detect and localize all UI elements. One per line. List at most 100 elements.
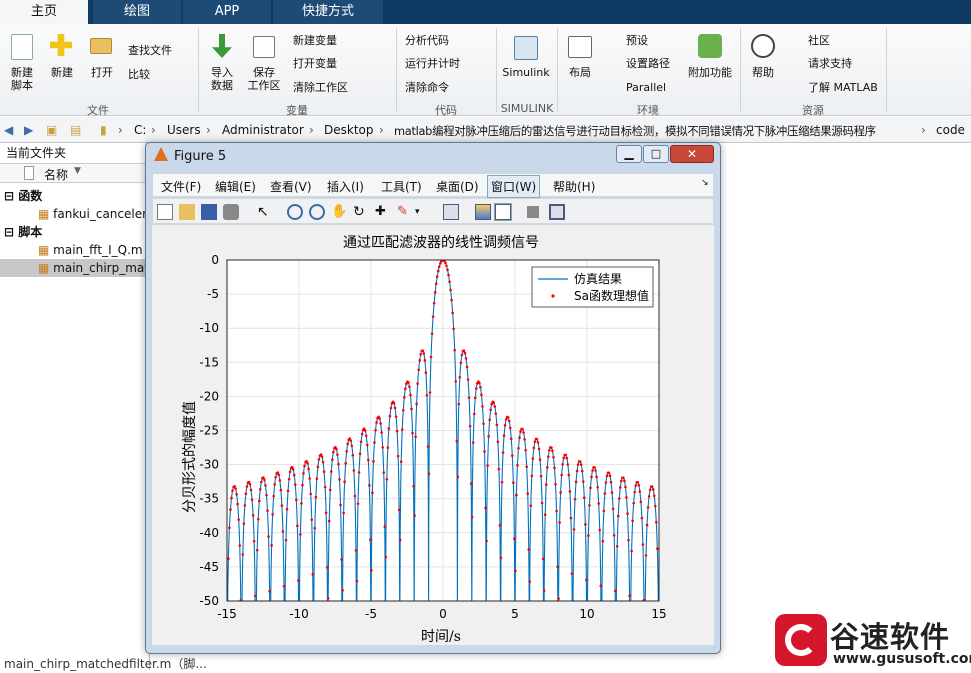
- colorbar-icon[interactable]: [475, 204, 491, 220]
- show-plot-tools-icon[interactable]: [549, 204, 565, 220]
- community-button[interactable]: 社区: [808, 34, 830, 47]
- data-cursor-icon[interactable]: ✚: [375, 204, 391, 220]
- learn-matlab-button[interactable]: 了解 MATLAB: [808, 81, 878, 94]
- menu-help[interactable]: 帮助(H): [553, 178, 595, 195]
- tab-home[interactable]: 主页: [0, 0, 88, 24]
- simulink-button[interactable]: Simulink: [498, 66, 554, 79]
- open-variable-button[interactable]: 打开变量: [293, 57, 337, 70]
- tab-apps[interactable]: APP: [183, 0, 271, 24]
- data-point: [341, 589, 344, 592]
- compare-button[interactable]: 比较: [128, 68, 150, 81]
- breadcrumb-project-folder[interactable]: matlab编程对脉冲压缩后的雷达信号进行动目标检测，模拟不同错误情况下脉冲压缩…: [394, 123, 876, 139]
- brush-dropdown-icon[interactable]: ▾: [415, 204, 431, 220]
- analyze-code-button[interactable]: 分析代码: [405, 34, 449, 47]
- up-folder-icon[interactable]: ▣: [46, 123, 57, 137]
- link-plot-icon[interactable]: [443, 204, 459, 220]
- clear-commands-button[interactable]: 清除命令: [405, 81, 449, 94]
- data-point: [229, 508, 232, 511]
- breadcrumb-users[interactable]: Users: [167, 123, 201, 137]
- data-point: [396, 454, 400, 458]
- sort-caret-icon[interactable]: ▼: [74, 166, 81, 176]
- addons-button[interactable]: 附加功能: [686, 66, 734, 79]
- data-point: [301, 483, 304, 487]
- menu-edit[interactable]: 编辑(E): [215, 178, 256, 195]
- preferences-button[interactable]: 预设: [626, 34, 648, 47]
- column-header[interactable]: 名称 ▼: [0, 163, 150, 183]
- menu-tools[interactable]: 工具(T): [381, 178, 422, 195]
- collapse-icon[interactable]: ⊟: [4, 189, 18, 203]
- data-point: [231, 489, 234, 493]
- new-script-button[interactable]: 新建 脚本: [4, 66, 40, 92]
- pointer-icon[interactable]: ↖: [257, 204, 273, 220]
- save-icon[interactable]: [201, 204, 217, 220]
- menu-view[interactable]: 查看(V): [270, 178, 312, 195]
- layout-button[interactable]: 布局: [562, 66, 598, 79]
- maximize-button[interactable]: □: [643, 145, 669, 163]
- line-chart[interactable]: 通过匹配滤波器的线性调频信号 时间/s 分贝形式的幅度值 -15 -10 -5 0 5 1…: [152, 225, 714, 645]
- functions-group[interactable]: ⊟ 函数: [4, 187, 42, 205]
- import-data-button[interactable]: 导入 数据: [203, 66, 241, 92]
- zoom-in-icon[interactable]: [287, 204, 303, 220]
- x-tick-label: 10: [579, 607, 594, 621]
- data-point: [482, 422, 485, 426]
- data-point: [380, 431, 383, 434]
- clear-workspace-button[interactable]: 清除工作区: [293, 81, 348, 94]
- data-point: [450, 298, 453, 302]
- parallel-button[interactable]: Parallel: [626, 81, 666, 94]
- data-point: [282, 584, 286, 588]
- find-files-button[interactable]: 查找文件: [128, 44, 172, 57]
- legend-icon[interactable]: [494, 203, 512, 221]
- zoom-out-icon[interactable]: [309, 204, 325, 220]
- back-arrow-icon[interactable]: ◀: [4, 123, 13, 137]
- new-variable-button[interactable]: 新建变量: [293, 34, 337, 47]
- dock-arrow-icon[interactable]: ↘: [701, 178, 709, 188]
- set-path-button[interactable]: 设置路径: [626, 57, 670, 70]
- minimize-button[interactable]: ▁: [616, 145, 642, 163]
- close-button[interactable]: ✕: [670, 145, 714, 163]
- browse-folder-icon[interactable]: ▤: [70, 123, 81, 137]
- run-and-time-button[interactable]: 运行并计时: [405, 57, 460, 70]
- menu-desktop[interactable]: 桌面(D): [436, 178, 479, 195]
- save-workspace-button[interactable]: 保存 工作区: [245, 66, 283, 92]
- open-button[interactable]: 打开: [84, 66, 120, 79]
- data-point: [582, 496, 586, 500]
- menu-window[interactable]: 窗口(W): [487, 175, 541, 198]
- breadcrumb-administrator[interactable]: Administrator: [222, 123, 304, 137]
- data-point: [327, 519, 331, 523]
- breadcrumb-desktop[interactable]: Desktop: [324, 123, 374, 137]
- request-support-button[interactable]: 请求支持: [808, 57, 852, 70]
- print-icon[interactable]: [223, 204, 239, 220]
- tab-plots[interactable]: 绘图: [93, 0, 181, 24]
- hide-plot-tools-icon[interactable]: [527, 206, 539, 218]
- data-point: [397, 508, 401, 512]
- list-item-selected[interactable]: ▦ main_chirp_mat: [0, 259, 150, 277]
- new-figure-icon[interactable]: [157, 204, 173, 220]
- list-item[interactable]: ▦ main_fft_I_Q.m: [38, 241, 143, 259]
- data-point: [530, 474, 534, 478]
- data-point: [330, 458, 334, 461]
- script-file-icon: ▦: [38, 261, 54, 275]
- data-point: [292, 473, 296, 477]
- new-button[interactable]: 新建: [44, 66, 80, 79]
- brush-icon[interactable]: ✎: [397, 204, 413, 220]
- data-point: [310, 518, 314, 521]
- open-file-icon[interactable]: [179, 204, 195, 220]
- data-point: [247, 480, 251, 484]
- data-point: [250, 498, 254, 502]
- help-button[interactable]: 帮助: [745, 66, 781, 79]
- details-footer[interactable]: main_chirp_matchedfilter.m（脚...: [4, 655, 207, 673]
- menu-file[interactable]: 文件(F): [161, 178, 201, 195]
- list-item[interactable]: ▦ fankui_canceler: [38, 205, 147, 223]
- forward-arrow-icon[interactable]: ▶: [24, 123, 33, 137]
- scripts-group[interactable]: ⊟ 脚本: [4, 223, 42, 241]
- menu-insert[interactable]: 插入(I): [327, 178, 364, 195]
- data-point: [433, 291, 437, 294]
- collapse-icon[interactable]: ⊟: [4, 225, 18, 239]
- breadcrumb-code[interactable]: code: [936, 123, 965, 137]
- pan-hand-icon[interactable]: ✋: [331, 204, 347, 220]
- rotate-icon[interactable]: ↻: [353, 204, 369, 220]
- legend-dot-swatch: [551, 294, 555, 298]
- tab-shortcuts[interactable]: 快捷方式: [273, 0, 383, 24]
- breadcrumb-drive[interactable]: C:: [134, 123, 146, 137]
- name-column-label[interactable]: 名称: [44, 166, 68, 183]
